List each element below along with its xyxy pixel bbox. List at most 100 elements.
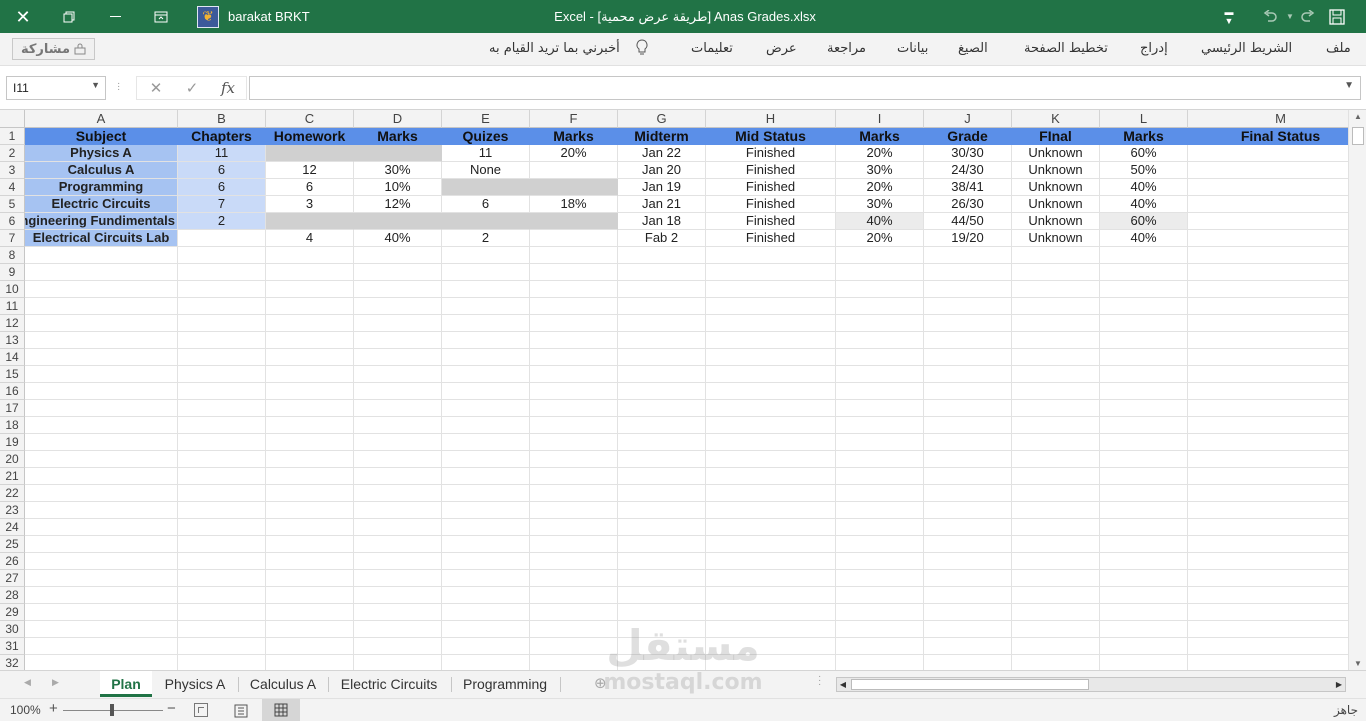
data-cell[interactable]: 24/30 — [924, 162, 1012, 179]
data-cell[interactable] — [1188, 213, 1348, 230]
empty-cell[interactable] — [530, 434, 618, 451]
empty-cell[interactable] — [1100, 519, 1188, 536]
data-cell[interactable]: Physics A — [25, 145, 178, 162]
empty-cell[interactable] — [178, 281, 266, 298]
empty-cell[interactable] — [618, 383, 706, 400]
tab-home[interactable]: الشريط الرئيسي — [1201, 41, 1292, 56]
empty-cell[interactable] — [354, 621, 442, 638]
empty-cell[interactable] — [1100, 655, 1188, 670]
empty-cell[interactable] — [1100, 587, 1188, 604]
empty-cell[interactable] — [618, 366, 706, 383]
row-header[interactable]: 4 — [0, 179, 25, 196]
row-header[interactable]: 24 — [0, 519, 25, 536]
empty-cell[interactable] — [836, 281, 924, 298]
data-cell[interactable]: Unknown — [1012, 179, 1100, 196]
empty-cell[interactable] — [25, 349, 178, 366]
empty-cell[interactable] — [1100, 553, 1188, 570]
empty-cell[interactable] — [178, 502, 266, 519]
row-header[interactable]: 28 — [0, 587, 25, 604]
empty-cell[interactable] — [442, 349, 530, 366]
column-header[interactable]: K — [1012, 110, 1100, 128]
data-cell[interactable] — [354, 213, 442, 230]
enter-button[interactable]: ✓ — [180, 76, 204, 100]
data-cell[interactable]: Unknown — [1012, 145, 1100, 162]
empty-cell[interactable] — [25, 434, 178, 451]
row-header[interactable]: 19 — [0, 434, 25, 451]
empty-cell[interactable] — [354, 349, 442, 366]
empty-cell[interactable] — [1188, 553, 1348, 570]
share-button[interactable]: مشاركة — [12, 38, 95, 60]
empty-cell[interactable] — [266, 400, 354, 417]
empty-cell[interactable] — [924, 536, 1012, 553]
empty-cell[interactable] — [1100, 298, 1188, 315]
empty-cell[interactable] — [924, 468, 1012, 485]
empty-cell[interactable] — [1012, 519, 1100, 536]
empty-cell[interactable] — [836, 655, 924, 670]
empty-cell[interactable] — [836, 417, 924, 434]
empty-cell[interactable] — [354, 570, 442, 587]
data-cell[interactable]: 26/30 — [924, 196, 1012, 213]
column-header[interactable]: C — [266, 110, 354, 128]
empty-cell[interactable] — [924, 264, 1012, 281]
empty-cell[interactable] — [706, 655, 836, 670]
empty-cell[interactable] — [836, 519, 924, 536]
empty-cell[interactable] — [178, 349, 266, 366]
header-cell[interactable]: Grade — [924, 128, 1012, 145]
header-cell[interactable]: Marks — [1100, 128, 1188, 145]
empty-cell[interactable] — [530, 638, 618, 655]
empty-cell[interactable] — [442, 298, 530, 315]
empty-cell[interactable] — [1012, 315, 1100, 332]
empty-cell[interactable] — [266, 383, 354, 400]
row-header[interactable]: 17 — [0, 400, 25, 417]
empty-cell[interactable] — [178, 264, 266, 281]
data-cell[interactable]: Calculus A — [25, 162, 178, 179]
column-header[interactable]: A — [25, 110, 178, 128]
empty-cell[interactable] — [1100, 570, 1188, 587]
empty-cell[interactable] — [354, 247, 442, 264]
empty-cell[interactable] — [530, 468, 618, 485]
data-cell[interactable]: Electric Circuits — [25, 196, 178, 213]
empty-cell[interactable] — [1100, 536, 1188, 553]
data-cell[interactable]: 7 — [178, 196, 266, 213]
data-cell[interactable]: 2 — [178, 213, 266, 230]
empty-cell[interactable] — [1100, 281, 1188, 298]
empty-cell[interactable] — [618, 638, 706, 655]
row-header[interactable]: 22 — [0, 485, 25, 502]
row-header[interactable]: 23 — [0, 502, 25, 519]
empty-cell[interactable] — [706, 570, 836, 587]
empty-cell[interactable] — [266, 468, 354, 485]
empty-cell[interactable] — [924, 485, 1012, 502]
data-cell[interactable]: 20% — [530, 145, 618, 162]
data-cell[interactable]: Jan 22 — [618, 145, 706, 162]
empty-cell[interactable] — [25, 400, 178, 417]
empty-cell[interactable] — [354, 400, 442, 417]
empty-cell[interactable] — [924, 655, 1012, 670]
empty-cell[interactable] — [178, 655, 266, 670]
empty-cell[interactable] — [836, 570, 924, 587]
data-cell[interactable]: Finished — [706, 145, 836, 162]
empty-cell[interactable] — [1100, 417, 1188, 434]
empty-cell[interactable] — [1100, 468, 1188, 485]
data-cell[interactable] — [354, 145, 442, 162]
normal-view-button[interactable] — [262, 699, 300, 721]
empty-cell[interactable] — [706, 553, 836, 570]
empty-cell[interactable] — [442, 332, 530, 349]
empty-cell[interactable] — [1012, 570, 1100, 587]
empty-cell[interactable] — [266, 366, 354, 383]
empty-cell[interactable] — [442, 570, 530, 587]
data-cell[interactable]: 60% — [1100, 213, 1188, 230]
empty-cell[interactable] — [442, 315, 530, 332]
empty-cell[interactable] — [1012, 247, 1100, 264]
empty-cell[interactable] — [706, 281, 836, 298]
empty-cell[interactable] — [442, 434, 530, 451]
empty-cell[interactable] — [1100, 247, 1188, 264]
header-cell[interactable]: FInal — [1012, 128, 1100, 145]
empty-cell[interactable] — [25, 383, 178, 400]
data-cell[interactable] — [1188, 230, 1348, 247]
empty-cell[interactable] — [1100, 400, 1188, 417]
tab-formulas[interactable]: الصيغ — [958, 41, 988, 56]
empty-cell[interactable] — [354, 434, 442, 451]
empty-cell[interactable] — [1100, 383, 1188, 400]
empty-cell[interactable] — [836, 247, 924, 264]
empty-cell[interactable] — [1012, 536, 1100, 553]
